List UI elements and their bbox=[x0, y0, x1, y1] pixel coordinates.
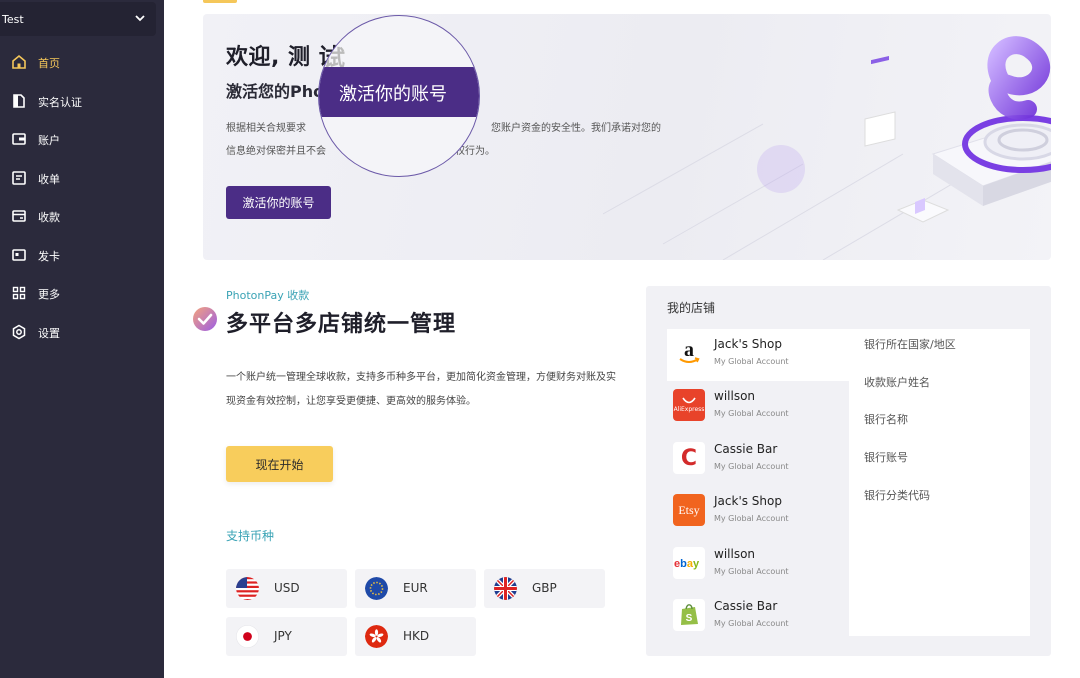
bank-sort-code-label: 银行分类代码 bbox=[864, 489, 930, 502]
currency-gbp: GBP bbox=[484, 569, 605, 608]
my-stores-panel: 我的店铺 a Jack's Shop My Global Account Ali… bbox=[646, 286, 1051, 656]
card-icon bbox=[12, 249, 26, 261]
store-name: Cassie Bar bbox=[714, 442, 778, 456]
bank-details-card: 银行所在国家/地区 收款账户姓名 银行名称 银行账号 银行分类代码 bbox=[849, 329, 1030, 636]
sidebar-item-cards[interactable]: 发卡 bbox=[0, 240, 164, 270]
sidebar-item-label: 发卡 bbox=[38, 250, 60, 263]
sidebar-item-settings[interactable]: 设置 bbox=[0, 317, 164, 347]
store-name: Jack's Shop bbox=[714, 494, 782, 508]
sidebar-item-label: 设置 bbox=[38, 327, 60, 340]
store-sub: My Global Account bbox=[714, 514, 789, 523]
store-name: willson bbox=[714, 547, 756, 561]
chevron-down-icon bbox=[135, 15, 145, 22]
sidebar-item-label: 账户 bbox=[38, 134, 60, 147]
grid-icon bbox=[12, 286, 26, 300]
sidebar-item-label: 实名认证 bbox=[38, 96, 82, 109]
store-name: Jack's Shop bbox=[714, 337, 782, 351]
activate-subtitle: 激活您的Pho bbox=[226, 82, 325, 101]
bank-country-label: 银行所在国家/地区 bbox=[864, 338, 956, 351]
hero-illustration bbox=[603, 36, 1051, 260]
c-logo-icon: C bbox=[673, 442, 705, 474]
activate-account-button[interactable]: 激活你的账号 bbox=[226, 186, 331, 219]
currency-code: GBP bbox=[532, 581, 557, 595]
store-item[interactable]: a Jack's Shop My Global Account bbox=[667, 329, 849, 381]
shopify-logo-icon: S bbox=[673, 599, 705, 631]
currency-code: JPY bbox=[274, 629, 292, 643]
id-card-icon bbox=[13, 94, 25, 108]
currency-code: EUR bbox=[403, 581, 428, 595]
section-tagline: PhotonPay 收款 bbox=[226, 289, 310, 302]
magnifier-text: 激活你的账号 bbox=[339, 84, 447, 105]
gear-icon bbox=[12, 324, 26, 340]
sidebar-item-label: 首页 bbox=[38, 57, 60, 70]
sidebar-item-account[interactable]: 账户 bbox=[0, 124, 164, 154]
stores-title: 我的店铺 bbox=[667, 301, 716, 315]
app-root: Test 首页 实名认证 账户 收单 收款 发卡 更多 设置 欢迎, 测 试 激… bbox=[0, 0, 1080, 678]
store-sub: My Global Account bbox=[714, 409, 789, 418]
start-now-button[interactable]: 现在开始 bbox=[226, 446, 333, 482]
store-sub: My Global Account bbox=[714, 567, 789, 576]
sidebar: Test 首页 实名认证 账户 收单 收款 发卡 更多 设置 bbox=[0, 0, 164, 678]
store-sub: My Global Account bbox=[714, 619, 789, 628]
store-sub: My Global Account bbox=[714, 357, 789, 366]
currency-code: USD bbox=[274, 581, 300, 595]
ebay-logo-icon: ebay bbox=[673, 547, 705, 579]
us-flag-icon bbox=[236, 577, 259, 600]
store-sub: My Global Account bbox=[714, 462, 789, 471]
sidebar-item-home[interactable]: 首页 bbox=[0, 47, 164, 77]
bank-account-label: 银行账号 bbox=[864, 451, 908, 464]
aliexpress-logo-icon: AliExpress bbox=[673, 389, 705, 421]
magnifier-band: 激活你的账号 bbox=[319, 67, 479, 117]
currency-title: 支持币种 bbox=[226, 529, 275, 543]
hero-top-accent bbox=[203, 0, 237, 3]
japan-flag-icon bbox=[236, 625, 259, 648]
sidebar-item-verification[interactable]: 实名认证 bbox=[0, 86, 164, 116]
uk-flag-icon bbox=[494, 577, 517, 600]
sidebar-item-acquiring[interactable]: 收单 bbox=[0, 163, 164, 193]
store-name: Cassie Bar bbox=[714, 599, 778, 613]
currency-code: HKD bbox=[403, 629, 430, 643]
collection-icon bbox=[12, 210, 26, 222]
section-desc: 一个账户统一管理全球收款，支持多币种多平台，更加简化资金管理，方便财务对账及实现… bbox=[226, 372, 616, 407]
sidebar-item-label: 收单 bbox=[38, 173, 60, 186]
store-item[interactable]: AliExpress willson My Global Account bbox=[667, 381, 849, 433]
currency-hkd: HKD bbox=[355, 617, 476, 656]
check-badge-icon bbox=[193, 307, 217, 331]
svg-text:a: a bbox=[684, 339, 694, 361]
workspace-selector[interactable]: Test bbox=[0, 2, 156, 36]
home-icon bbox=[12, 54, 26, 69]
eu-flag-icon bbox=[365, 577, 388, 600]
currency-jpy: JPY bbox=[226, 617, 347, 656]
store-item[interactable]: Etsy Jack's Shop My Global Account bbox=[667, 486, 849, 538]
bank-name-label: 银行名称 bbox=[864, 413, 908, 426]
currency-eur: EUR bbox=[355, 569, 476, 608]
magnifier-lens: 试 激活你的账号 bbox=[318, 15, 480, 177]
receipt-icon bbox=[12, 171, 26, 185]
section-title: 多平台多店铺统一管理 bbox=[226, 312, 457, 337]
currency-usd: USD bbox=[226, 569, 347, 608]
sidebar-item-label: 收款 bbox=[38, 211, 60, 224]
sidebar-item-more[interactable]: 更多 bbox=[0, 278, 164, 308]
store-name: willson bbox=[714, 389, 756, 403]
svg-text:ebay: ebay bbox=[674, 558, 700, 570]
sidebar-item-label: 更多 bbox=[38, 288, 60, 301]
etsy-logo-icon: Etsy bbox=[673, 494, 705, 526]
store-item[interactable]: C Cassie Bar My Global Account bbox=[667, 434, 849, 486]
hongkong-flag-icon bbox=[365, 625, 388, 648]
workspace-name: Test bbox=[2, 12, 24, 26]
svg-text:S: S bbox=[686, 613, 693, 624]
wallet-icon bbox=[12, 133, 26, 145]
amazon-logo-icon: a bbox=[673, 337, 705, 369]
sidebar-item-collection[interactable]: 收款 bbox=[0, 201, 164, 231]
account-holder-label: 收款账户姓名 bbox=[864, 376, 930, 389]
store-item[interactable]: S Cassie Bar My Global Account bbox=[667, 591, 849, 643]
store-item[interactable]: ebay willson My Global Account bbox=[667, 539, 849, 591]
